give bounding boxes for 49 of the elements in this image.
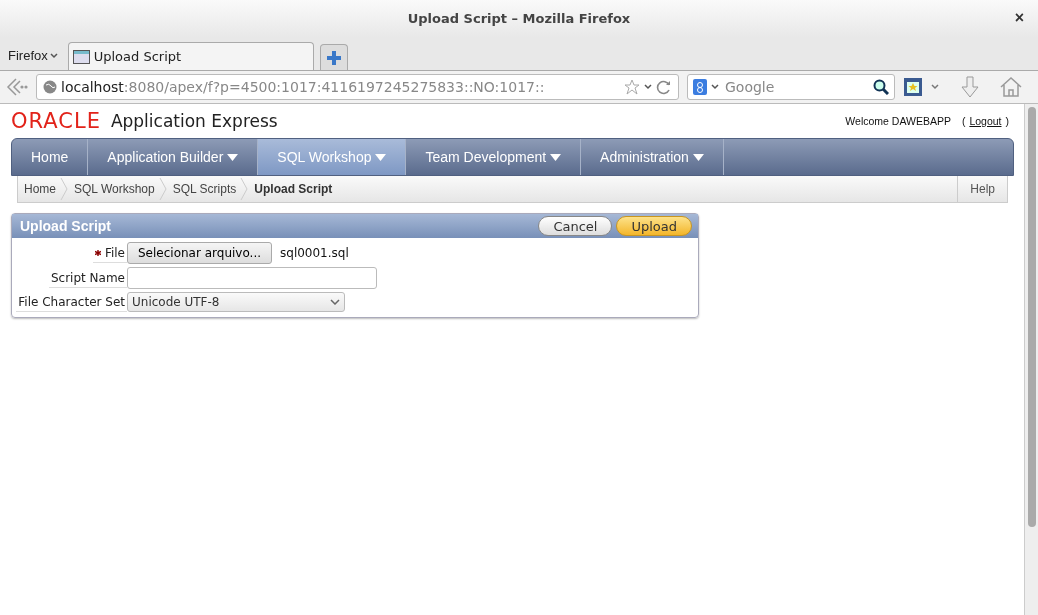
upload-button[interactable]: Upload	[616, 216, 692, 236]
paren-text: (	[961, 115, 966, 127]
panel-title: Upload Script	[20, 218, 111, 234]
field-label: File Character Set	[18, 294, 125, 309]
plus-icon	[326, 50, 341, 65]
field-label: Script Name	[50, 270, 125, 285]
paren-text: )	[1005, 115, 1009, 127]
nav-tab[interactable]: Team Development	[406, 139, 582, 175]
nav-tab[interactable]: Administration	[581, 139, 724, 175]
breadcrumb-item: Upload Script	[253, 182, 334, 196]
firefox-menu-button[interactable]: Firefox	[8, 48, 62, 63]
cancel-button[interactable]: Cancel	[538, 216, 613, 236]
reload-icon[interactable]	[656, 79, 672, 95]
chevron-icon	[330, 299, 340, 305]
breadcrumb-item[interactable]: SQL Workshop	[68, 182, 159, 196]
search-engine-icon[interactable]	[693, 79, 707, 95]
charset-select[interactable]: Unicode UTF-8	[127, 292, 345, 312]
field-label: File	[104, 245, 125, 260]
address-field[interactable]: localhost:8080/apex/f?p=4500:1017:4116197245275833::NO:1017::	[36, 74, 679, 100]
chevron-icon[interactable]	[644, 84, 652, 90]
url-text: localhost:8080/apex/f?p=4500:1017:4116197245275833::NO:1017::	[61, 79, 546, 95]
help-link[interactable]: Help	[957, 176, 1007, 202]
product-name: Application Express	[110, 111, 278, 131]
search-field[interactable]: Google	[687, 74, 895, 100]
oracle-logo: ORACLE	[11, 110, 101, 132]
nav-tab[interactable]: Home	[12, 139, 89, 175]
browser-tab[interactable]: Upload Script	[67, 42, 314, 70]
logout-link[interactable]: Logout	[969, 115, 1002, 127]
chevron-icon	[49, 52, 58, 59]
chevron-icon[interactable]	[931, 84, 939, 90]
choose-file-button[interactable]: Selecionar arquivo...	[127, 242, 272, 264]
window-title: Upload Script – Mozilla Firefox	[407, 11, 631, 26]
download-icon[interactable]	[959, 76, 981, 98]
new-tab-button[interactable]	[319, 44, 348, 70]
file-name: sql0001.sql	[280, 246, 349, 260]
page-icon	[72, 49, 90, 64]
welcome-text: Welcome DAWEBAPP	[845, 115, 951, 127]
home-icon[interactable]	[999, 76, 1023, 98]
star-icon[interactable]	[624, 79, 640, 95]
scrollbar-thumb[interactable]	[1027, 107, 1036, 527]
breadcrumb-item[interactable]: SQL Scripts	[166, 182, 241, 196]
close-button[interactable]: ×	[1014, 9, 1024, 27]
breadcrumb-item[interactable]: Home	[18, 182, 60, 196]
back-icon[interactable]	[6, 77, 28, 97]
globe-icon	[43, 80, 57, 94]
bookmarks-icon[interactable]	[903, 77, 923, 97]
search-icon[interactable]	[873, 79, 889, 95]
input-field[interactable]	[127, 267, 377, 289]
chevron-icon[interactable]	[711, 84, 719, 90]
